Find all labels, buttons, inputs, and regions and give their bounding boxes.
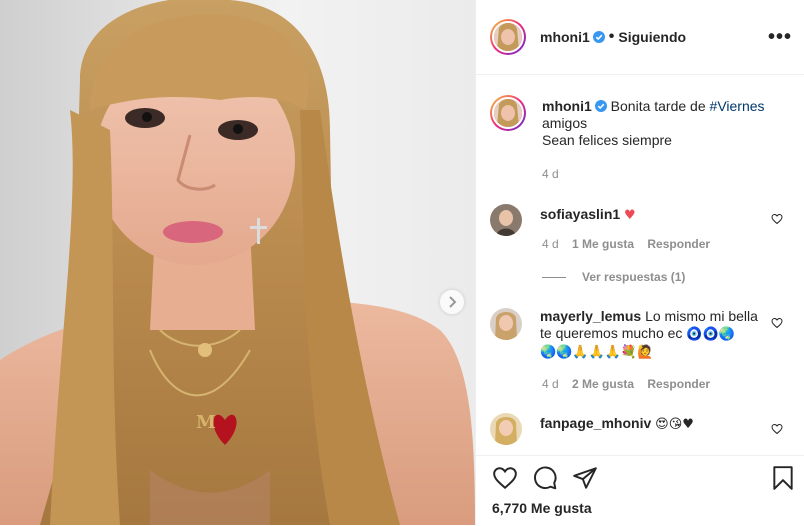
verified-badge-icon — [592, 31, 605, 43]
likes-count[interactable]: 6,770 Me gusta — [492, 500, 592, 516]
post-header: mhoni1 • Siguiendo ••• — [476, 0, 804, 75]
comment-item: mayerly_lemus Lo mismo mi bella te quere… — [490, 308, 793, 361]
comment-text: 😍😘♥ — [655, 417, 694, 432]
comment-username[interactable]: mayerly_lemus — [540, 308, 641, 324]
caption-time[interactable]: 4 d — [542, 167, 559, 181]
post-photo[interactable]: M — [0, 0, 475, 525]
comment-emoji-line1: 🧿🧿🌏 — [686, 327, 735, 342]
comment-text-line2: te queremos mucho ec — [540, 325, 683, 341]
comment-time[interactable]: 4 d — [542, 377, 559, 391]
reply-button[interactable]: Responder — [647, 377, 710, 391]
like-comment-heart-icon[interactable] — [771, 213, 783, 225]
comment-bubble-icon[interactable] — [532, 465, 558, 491]
next-photo-button[interactable] — [440, 290, 464, 314]
svg-text:M: M — [196, 412, 216, 433]
like-comment-heart-icon[interactable] — [771, 317, 783, 329]
view-replies-label: Ver respuestas (1) — [582, 270, 686, 284]
chevron-right-icon — [449, 296, 457, 308]
save-bookmark-icon[interactable] — [772, 465, 794, 491]
comment-emoji-line2: 🌏🌏🙏🙏🙏💐🙋 — [540, 345, 654, 360]
caption-line2: amigos — [542, 115, 588, 131]
comment-likes[interactable]: 2 Me gusta — [572, 377, 634, 391]
comment-likes[interactable]: 1 Me gusta — [572, 237, 634, 251]
view-replies-button[interactable]: Ver respuestas (1) — [542, 270, 685, 284]
comment-item: fanpage_mhoniv 😍😘♥ — [490, 413, 793, 445]
caption-text: Bonita tarde de — [610, 98, 710, 114]
reply-button[interactable]: Responder — [647, 237, 710, 251]
commenter-avatar[interactable] — [490, 204, 522, 236]
comment-username[interactable]: sofiayaslin1 — [540, 206, 620, 222]
comments-list[interactable]: mhoni1 Bonita tarde de #Viernes amigos S… — [476, 76, 804, 456]
verified-badge-icon — [594, 100, 607, 112]
comment-meta: 4 d 1 Me gusta Responder — [542, 237, 710, 251]
caption-avatar[interactable] — [490, 95, 526, 131]
author-username[interactable]: mhoni1 — [540, 29, 590, 45]
following-button[interactable]: Siguiendo — [618, 29, 686, 45]
comment-time[interactable]: 4 d — [542, 237, 559, 251]
caption-line3: Sean felices siempre — [542, 132, 672, 148]
comment-text-line1: Lo mismo mi bella — [645, 308, 758, 324]
commenter-avatar[interactable] — [490, 308, 522, 340]
share-paper-plane-icon[interactable] — [572, 465, 598, 491]
commenter-avatar[interactable] — [490, 413, 522, 445]
caption-hashtag[interactable]: #Viernes — [710, 98, 765, 114]
comment-username[interactable]: fanpage_mhoniv — [540, 415, 651, 431]
post-side-panel: mhoni1 • Siguiendo ••• mhoni1 Bonita tar… — [475, 0, 804, 525]
caption: mhoni1 Bonita tarde de #Viernes amigos S… — [490, 95, 793, 149]
comment-item: sofiayaslin1 ♥ — [490, 204, 793, 236]
post-actions: 6,770 Me gusta — [476, 455, 804, 526]
comment-meta: 4 d 2 Me gusta Responder — [542, 377, 710, 391]
comment-text: ♥ — [624, 208, 636, 223]
like-heart-icon[interactable] — [492, 465, 518, 491]
like-comment-heart-icon[interactable] — [771, 423, 783, 435]
separator-dot: • — [608, 28, 615, 45]
post-image: M — [0, 0, 475, 525]
more-options-icon[interactable]: ••• — [768, 27, 792, 47]
caption-username[interactable]: mhoni1 — [542, 98, 592, 114]
author-avatar[interactable] — [490, 19, 526, 55]
